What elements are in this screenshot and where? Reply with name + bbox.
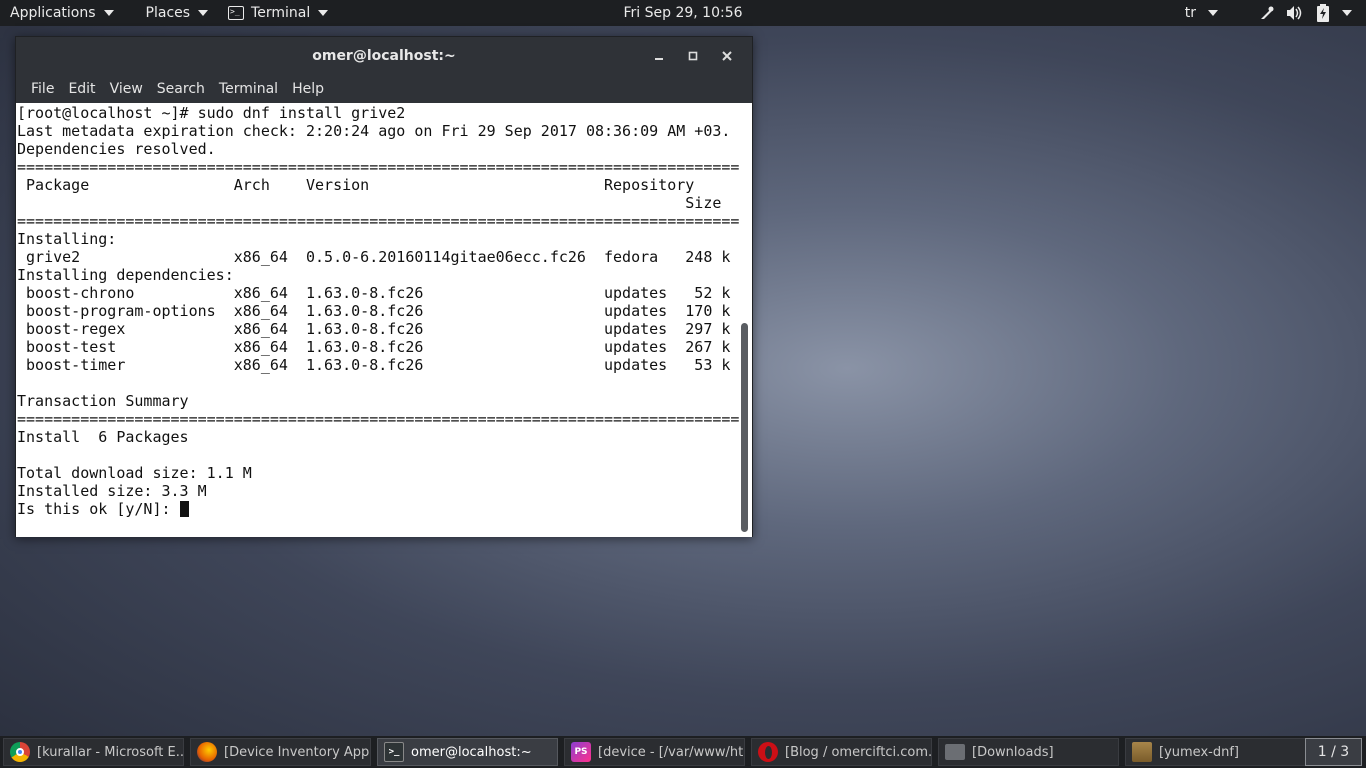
chevron-down-icon <box>1208 10 1218 16</box>
window-menubar: File Edit View Search Terminal Help <box>16 75 752 103</box>
task-label: [Device Inventory Appli... <box>224 744 370 760</box>
task-label: [Blog / omerciftci.com... <box>785 744 931 760</box>
menu-view[interactable]: View <box>103 77 150 101</box>
terminal-app-menu[interactable]: >_ Terminal <box>218 0 338 26</box>
bottom-taskbar: [kurallar - Microsoft E... [Device Inven… <box>0 736 1366 768</box>
terminal-line: boost-test x86_64 1.63.0-8.fc26 updates … <box>17 338 731 356</box>
terminal-line: [root@localhost ~]# sudo dnf install gri… <box>17 104 406 122</box>
terminal-line: Total download size: 1.1 M <box>17 464 252 482</box>
network-icon[interactable] <box>1258 4 1276 22</box>
terminal-line: boost-chrono x86_64 1.63.0-8.fc26 update… <box>17 284 731 302</box>
folder-icon <box>945 744 965 760</box>
terminal-line: ========================================… <box>17 212 740 230</box>
terminal-line: Installing: <box>17 230 117 248</box>
places-label: Places <box>145 5 191 21</box>
terminal-lines: [root@localhost ~]# sudo dnf install gri… <box>16 103 752 518</box>
terminal-icon: >_ <box>384 742 404 762</box>
terminal-line: Installing dependencies: <box>17 266 234 284</box>
task-phpstorm[interactable]: PS [device - [/var/www/ht... <box>564 738 745 766</box>
opera-icon <box>758 742 778 762</box>
menu-edit[interactable]: Edit <box>61 77 102 101</box>
terminal-line: Installed size: 3.3 M <box>17 482 207 500</box>
language-selector[interactable]: tr <box>1185 5 1218 21</box>
applications-menu[interactable]: Applications <box>0 0 124 26</box>
terminal-output[interactable]: [root@localhost ~]# sudo dnf install gri… <box>16 103 752 537</box>
task-label: [yumex-dnf] <box>1159 744 1239 760</box>
battery-icon[interactable] <box>1314 4 1332 22</box>
task-terminal[interactable]: >_ omer@localhost:~ <box>377 738 558 766</box>
workspace-pager[interactable]: 1 / 3 <box>1305 738 1362 766</box>
applications-label: Applications <box>10 5 96 21</box>
menu-terminal[interactable]: Terminal <box>212 77 285 101</box>
chrome-icon <box>10 742 30 762</box>
terminal-scrollbar[interactable] <box>741 323 748 532</box>
terminal-line: Package Arch Version Repository <box>17 176 695 194</box>
task-label: [Downloads] <box>972 744 1054 760</box>
menu-help[interactable]: Help <box>285 77 331 101</box>
terminal-prompt-line: Is this ok [y/N]: <box>17 500 752 518</box>
terminal-line: Install 6 Packages <box>17 428 189 446</box>
chevron-down-icon <box>318 10 329 16</box>
task-label: [kurallar - Microsoft E... <box>37 744 183 760</box>
terminal-line: Size <box>17 194 722 212</box>
terminal-prompt: Is this ok [y/N]: <box>17 500 180 518</box>
task-files[interactable]: [Downloads] <box>938 738 1119 766</box>
menu-search[interactable]: Search <box>150 77 212 101</box>
terminal-line: Dependencies resolved. <box>17 140 216 158</box>
terminal-icon: >_ <box>228 6 245 20</box>
workspace-indicator: 1 / 3 <box>1317 744 1350 760</box>
system-menu-chevron-icon[interactable] <box>1342 10 1352 16</box>
top-panel: Applications Places >_ Terminal Fri Sep … <box>0 0 1366 26</box>
task-label: omer@localhost:~ <box>411 744 532 760</box>
task-label: [device - [/var/www/ht... <box>598 744 744 760</box>
maximize-button[interactable] <box>676 44 710 68</box>
chevron-down-icon <box>103 10 114 16</box>
terminal-line: Transaction Summary <box>17 392 189 410</box>
package-icon <box>1132 742 1152 762</box>
terminal-cursor[interactable] <box>179 501 189 517</box>
terminal-line: boost-regex x86_64 1.63.0-8.fc26 updates… <box>17 320 731 338</box>
task-chrome[interactable]: [kurallar - Microsoft E... <box>3 738 184 766</box>
places-menu[interactable]: Places <box>136 0 219 26</box>
volume-icon[interactable] <box>1286 4 1304 22</box>
phpstorm-icon: PS <box>571 742 591 762</box>
terminal-line: ========================================… <box>17 158 740 176</box>
chevron-down-icon <box>198 10 209 16</box>
clock[interactable]: Fri Sep 29, 10:56 <box>623 5 742 21</box>
task-opera[interactable]: [Blog / omerciftci.com... <box>751 738 932 766</box>
minimize-icon <box>655 58 663 60</box>
terminal-line: boost-timer x86_64 1.63.0-8.fc26 updates… <box>17 356 731 374</box>
close-button[interactable] <box>710 44 744 68</box>
terminal-app-label: Terminal <box>251 5 311 21</box>
terminal-line: grive2 x86_64 0.5.0-6.20160114gitae06ecc… <box>17 248 731 266</box>
language-label: tr <box>1184 5 1196 21</box>
terminal-line: ========================================… <box>17 410 740 428</box>
menu-file[interactable]: File <box>24 77 61 101</box>
close-icon <box>722 51 732 61</box>
firefox-icon <box>197 742 217 762</box>
window-title: omer@localhost:~ <box>312 48 456 64</box>
task-yumex[interactable]: [yumex-dnf] <box>1125 738 1306 766</box>
terminal-line: Last metadata expiration check: 2:20:24 … <box>17 122 731 140</box>
terminal-window: omer@localhost:~ File Edit View Search T… <box>15 36 753 537</box>
minimize-button[interactable] <box>642 44 676 68</box>
terminal-line: boost-program-options x86_64 1.63.0-8.fc… <box>17 302 731 320</box>
task-firefox[interactable]: [Device Inventory Appli... <box>190 738 371 766</box>
window-titlebar[interactable]: omer@localhost:~ <box>16 37 752 75</box>
maximize-icon <box>688 51 698 61</box>
